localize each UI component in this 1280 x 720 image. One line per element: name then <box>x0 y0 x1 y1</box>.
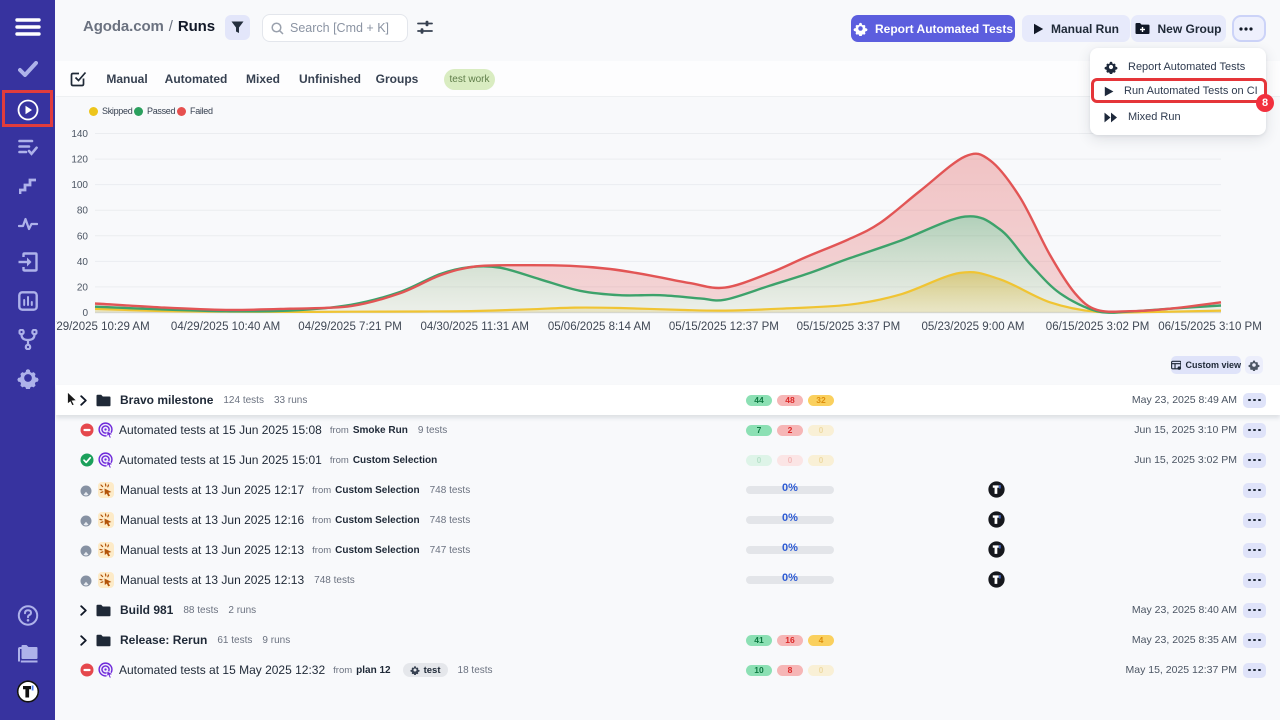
svg-text:05/23/2025 9:00 AM: 05/23/2025 9:00 AM <box>922 321 1025 333</box>
svg-text:04/30/2025 11:31 AM: 04/30/2025 11:31 AM <box>420 321 529 333</box>
svg-text:06/15/2025 3:02 PM: 06/15/2025 3:02 PM <box>1046 321 1150 333</box>
svg-text:04/29/2025 7:21 PM: 04/29/2025 7:21 PM <box>298 321 402 333</box>
svg-text:40: 40 <box>77 257 89 268</box>
svg-text:60: 60 <box>77 231 89 242</box>
svg-text:0: 0 <box>82 308 88 319</box>
svg-text:100: 100 <box>71 180 88 191</box>
svg-text:140: 140 <box>71 129 88 140</box>
svg-text:04/29/2025 10:40 AM: 04/29/2025 10:40 AM <box>171 321 280 333</box>
svg-text:120: 120 <box>71 155 88 166</box>
svg-text:05/15/2025 12:37 PM: 05/15/2025 12:37 PM <box>669 321 779 333</box>
svg-text:05/06/2025 8:14 AM: 05/06/2025 8:14 AM <box>548 321 651 333</box>
svg-text:04/29/2025 10:29 AM: 04/29/2025 10:29 AM <box>56 321 150 333</box>
svg-text:80: 80 <box>77 206 89 217</box>
svg-text:05/15/2025 3:37 PM: 05/15/2025 3:37 PM <box>797 321 901 333</box>
svg-text:06/15/2025 3:10 PM: 06/15/2025 3:10 PM <box>1158 321 1262 333</box>
svg-text:20: 20 <box>77 282 89 293</box>
